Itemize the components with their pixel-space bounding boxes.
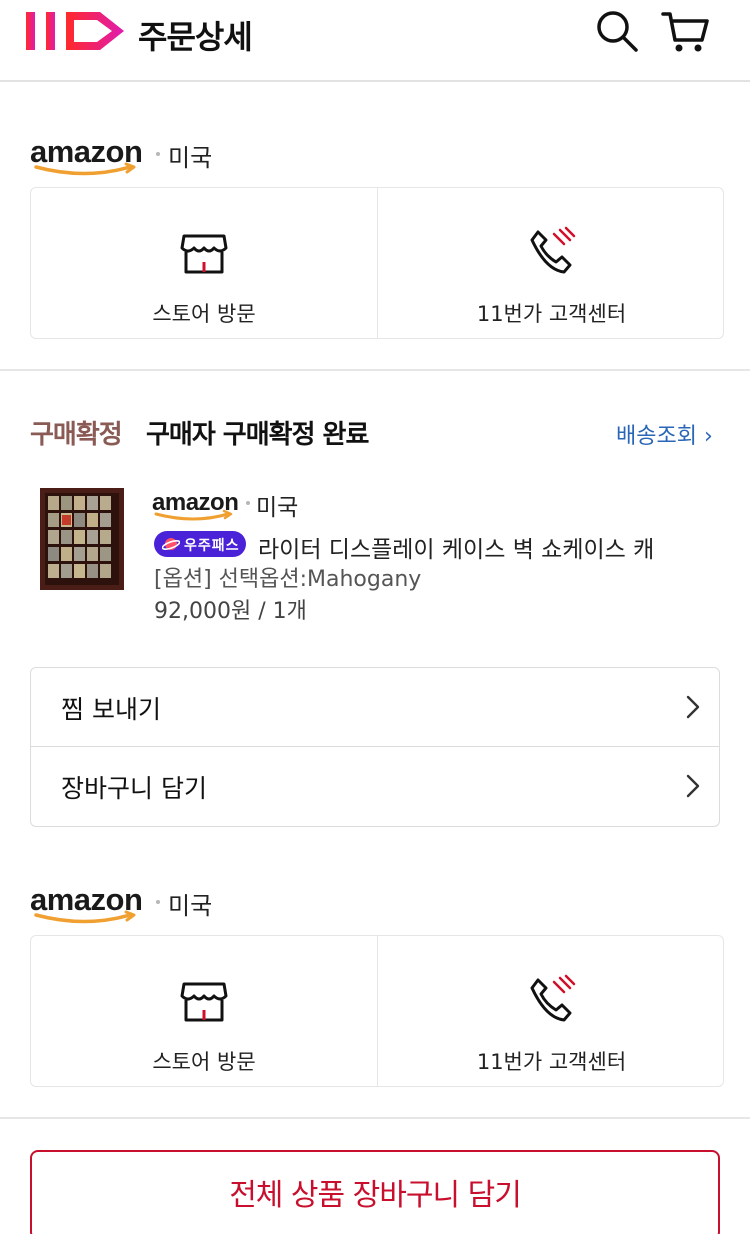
seller-service-box-bottom: 스토어 방문 11번가 고객센터 (30, 935, 724, 1087)
cart-icon[interactable] (660, 6, 710, 56)
tracking-link[interactable]: 배송조회 › (616, 418, 713, 450)
planet-icon (162, 538, 180, 550)
store-icon (180, 982, 228, 1022)
add-all-to-cart-label: 전체 상품 장바구니 담기 (229, 1178, 522, 1213)
product-amazon-logo: amazon (152, 489, 239, 521)
section-divider (0, 1117, 750, 1119)
add-to-cart-button[interactable]: 장바구니 담기 (31, 747, 719, 826)
chevron-right-icon (686, 695, 700, 719)
seller-service-box-top: 스토어 방문 11번가 고객센터 (30, 187, 724, 339)
seller-header-top: amazon 미국 (30, 134, 430, 178)
order-status-label: 구매확정 (30, 420, 123, 450)
send-wish-label: 찜 보내기 (61, 695, 161, 724)
product-price: 92,000원 / 1개 (154, 599, 307, 624)
seller-header-bottom: amazon 미국 (30, 882, 430, 926)
11st-logo-icon[interactable] (24, 8, 128, 54)
search-icon[interactable] (592, 6, 642, 56)
seller-country: 미국 (168, 144, 213, 172)
chevron-right-icon (686, 774, 700, 798)
top-header: 주문상세 (0, 0, 750, 82)
customer-center-label: 11번가 고객센터 (476, 1050, 627, 1074)
order-status-text: 구매자 구매확정 완료 (146, 420, 369, 450)
product-option: [옵션] 선택옵션:Mahogany (154, 567, 422, 592)
product-seller-country: 미국 (256, 495, 299, 521)
customer-center-button[interactable]: 11번가 고객센터 (378, 188, 725, 338)
separator-dot (156, 152, 160, 156)
phone-icon (530, 974, 575, 1022)
page-title: 주문상세 (138, 18, 253, 56)
add-to-cart-label: 장바구니 담기 (61, 774, 207, 803)
store-visit-button[interactable]: 스토어 방문 (31, 188, 378, 338)
store-visit-button[interactable]: 스토어 방문 (31, 936, 378, 1086)
section-divider (0, 369, 750, 371)
amazon-logo: amazon (30, 134, 143, 176)
product-thumbnail[interactable] (40, 488, 124, 590)
customer-center-button[interactable]: 11번가 고객센터 (378, 936, 725, 1086)
store-visit-label: 스토어 방문 (152, 302, 256, 326)
separator-dot (156, 900, 160, 904)
phone-icon (530, 226, 575, 274)
action-list: 찜 보내기 장바구니 담기 (30, 667, 720, 827)
send-wish-button[interactable]: 찜 보내기 (31, 668, 719, 747)
customer-center-label: 11번가 고객센터 (476, 302, 627, 326)
separator-dot (246, 501, 250, 505)
add-all-to-cart-button[interactable]: 전체 상품 장바구니 담기 (30, 1150, 720, 1234)
product-name[interactable]: 라이터 디스플레이 케이스 벽 쇼케이스 캐 (258, 530, 668, 564)
store-visit-label: 스토어 방문 (152, 1050, 256, 1074)
store-icon (180, 234, 228, 274)
seller-country: 미국 (168, 892, 213, 920)
uju-pass-badge: 우주패스 (154, 531, 246, 557)
badge-label: 우주패스 (184, 538, 240, 554)
amazon-logo: amazon (30, 882, 143, 924)
